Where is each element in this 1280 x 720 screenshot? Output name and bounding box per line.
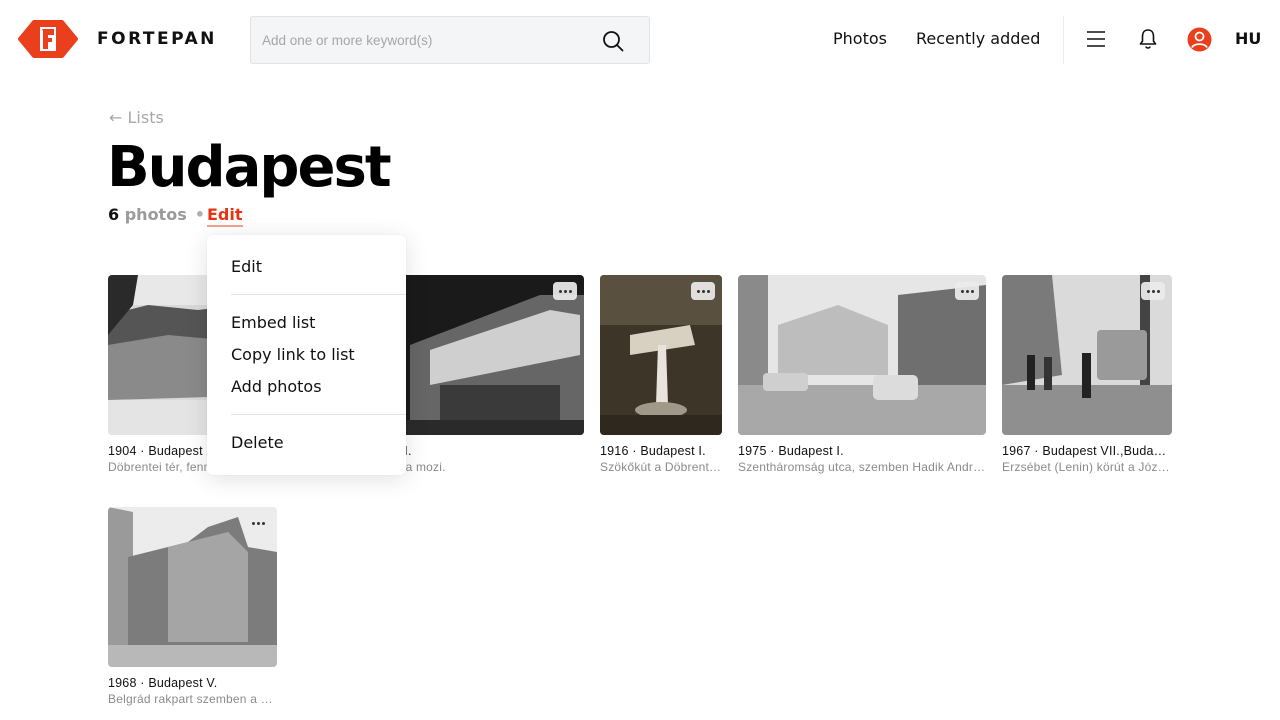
photo-thumbnail[interactable]: [738, 275, 986, 435]
search-icon[interactable]: [601, 29, 625, 53]
edit-list-link[interactable]: Edit: [207, 205, 243, 227]
nav-photos[interactable]: Photos: [833, 29, 887, 48]
photo-card[interactable]: 1968 · Budapest V. Belgrád rakpart szemb…: [108, 507, 277, 706]
photo-description: Erzsébet (Lenin) körút a József körút fe…: [1002, 460, 1172, 474]
menu-divider: [231, 294, 406, 295]
photo-more-button[interactable]: [955, 282, 979, 300]
photo-more-button[interactable]: [691, 282, 715, 300]
nav-divider: [1063, 16, 1064, 64]
page-title: Budapest: [107, 135, 392, 200]
search-box: [250, 16, 650, 64]
back-to-lists-link[interactable]: ← Lists: [109, 108, 164, 127]
menu-item-copy-link[interactable]: Copy link to list: [231, 345, 355, 364]
photo-more-button[interactable]: [1141, 282, 1165, 300]
photo-description: Belgrád rakpart szemben a Duna-part.: [108, 692, 277, 706]
search-input[interactable]: [262, 17, 592, 63]
fortepan-logo[interactable]: [16, 19, 80, 59]
bell-icon[interactable]: [1138, 28, 1158, 50]
language-switch[interactable]: HU: [1235, 29, 1261, 48]
list-meta: 6 photos •: [108, 205, 212, 224]
menu-divider: [231, 414, 406, 415]
top-header: FORTEPAN Photos Recently added HU: [0, 0, 1280, 80]
photo-more-button[interactable]: [553, 282, 577, 300]
menu-item-edit[interactable]: Edit: [231, 257, 262, 276]
photo-image: [738, 275, 986, 435]
photo-title: 1967 · Budapest VII.,Budapest VIII.: [1002, 444, 1172, 458]
list-actions-menu: Edit Embed list Copy link to list Add ph…: [207, 235, 406, 475]
photo-card[interactable]: 1916 · Budapest I. Szökőkút a Döbrentei …: [600, 275, 722, 474]
photo-count-label: photos: [124, 205, 187, 224]
hamburger-menu-icon[interactable]: [1086, 30, 1106, 48]
photo-title: 1968 · Budapest V.: [108, 676, 218, 690]
photo-thumbnail[interactable]: [1002, 275, 1172, 435]
menu-item-embed-list[interactable]: Embed list: [231, 313, 315, 332]
photo-card[interactable]: 1967 · Budapest VII.,Budapest VIII. Erzs…: [1002, 275, 1172, 474]
photo-title: 1975 · Budapest I.: [738, 444, 844, 458]
photo-title: 1916 · Budapest I.: [600, 444, 706, 458]
photo-more-button[interactable]: [246, 514, 270, 532]
meta-separator: •: [194, 205, 205, 224]
photo-description: Szentháromság utca, szemben Hadik András…: [738, 460, 986, 474]
brand-name[interactable]: FORTEPAN: [97, 29, 217, 49]
menu-item-add-photos[interactable]: Add photos: [231, 377, 322, 396]
nav-recently-added[interactable]: Recently added: [916, 29, 1040, 48]
menu-item-delete[interactable]: Delete: [231, 433, 284, 452]
photo-card[interactable]: 1975 · Budapest I. Szentháromság utca, s…: [738, 275, 986, 474]
photo-count: 6: [108, 205, 120, 224]
photo-thumbnail[interactable]: [600, 275, 722, 435]
user-avatar-icon[interactable]: [1187, 27, 1212, 52]
photo-description: Szökőkút a Döbrentei téren.: [600, 460, 722, 474]
photo-thumbnail[interactable]: [108, 507, 277, 667]
